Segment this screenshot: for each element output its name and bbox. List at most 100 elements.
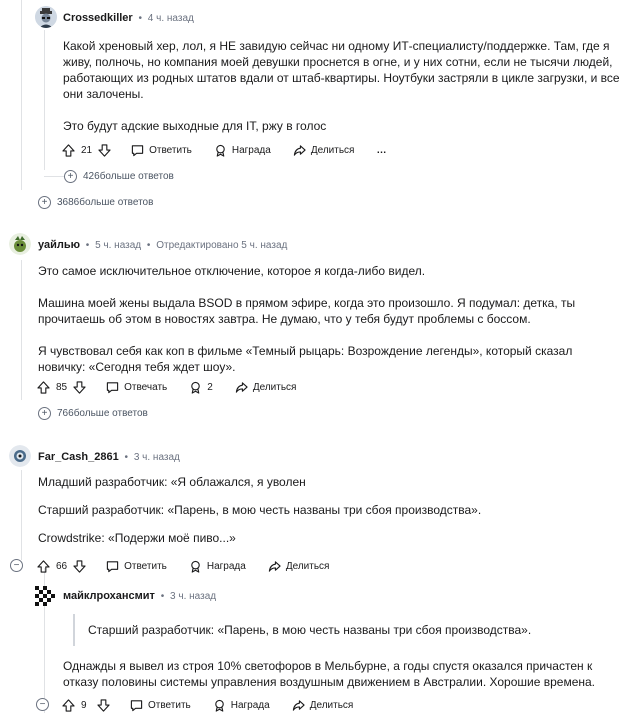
comment-body: Однажды я вывел из строя 10% светофоров … <box>63 658 623 690</box>
downvote-icon[interactable] <box>73 559 86 573</box>
user-avatar-icon <box>9 445 31 467</box>
comment-paragraph: Однажды я вывел из строя 10% светофоров … <box>63 659 596 689</box>
vote-count: 9 <box>81 699 87 711</box>
avatar[interactable] <box>35 6 57 28</box>
user-avatar-icon <box>35 6 57 28</box>
more-replies-button[interactable]: + 3686 больше ответов <box>38 196 153 209</box>
share-icon <box>293 144 306 156</box>
award-icon <box>216 144 225 157</box>
award-icon <box>191 381 201 394</box>
quote-text: Старший разработчик: «Парень, в мою чест… <box>88 623 532 637</box>
award-icon <box>214 699 224 712</box>
award-icon <box>191 560 200 573</box>
share-button[interactable]: Делиться <box>268 560 330 573</box>
award-label: Награда <box>206 560 246 572</box>
thread-line <box>21 260 22 400</box>
more-replies-label: больше ответов <box>99 171 174 182</box>
collapse-thread-button[interactable]: − <box>36 698 55 711</box>
comment-meta: майклрохансмит • 3 ч. назад <box>63 590 217 602</box>
reply-button[interactable]: Ответить <box>106 560 167 573</box>
thread-line <box>44 30 45 170</box>
comment-paragraph: Старший разработчик: «Парень, в мою чест… <box>38 503 482 517</box>
downvote-icon[interactable] <box>97 698 110 712</box>
comment-meta: Crossedkiller • 4 ч. назад <box>63 12 194 24</box>
timestamp: 4 ч. назад <box>147 13 194 24</box>
more-replies-count: 3686 <box>57 197 80 208</box>
share-icon <box>292 699 305 711</box>
comment-paragraph: Машина моей жены выдала BSOD в прямом эф… <box>38 296 576 326</box>
award-button[interactable]: Награда <box>214 144 271 157</box>
edited-label: Отредактировано 5 ч. назад <box>156 240 288 251</box>
reply-label: Ответить <box>124 560 167 572</box>
more-replies-label: больше ответов <box>79 197 154 208</box>
vote-count: 66 <box>56 560 68 572</box>
reply-label: Ответить <box>149 144 192 156</box>
share-label: Делиться <box>309 699 354 711</box>
more-replies-button[interactable]: + 766 больше ответов <box>38 407 148 420</box>
comment-paragraph: Это будут адские выходные для IT, ржу в … <box>63 119 327 133</box>
avatar[interactable] <box>35 586 55 606</box>
comment-body: Это самое исключительное отключение, кот… <box>38 263 618 375</box>
comment-meta: уайлью • 5 ч. назад • Отредактировано 5 … <box>38 239 288 251</box>
award-label: Награда <box>231 144 271 156</box>
thread-line <box>21 0 22 190</box>
upvote-icon[interactable] <box>62 698 75 712</box>
timestamp: 3 ч. назад <box>133 452 180 463</box>
more-options-button[interactable]: … <box>376 145 387 156</box>
share-icon <box>235 381 248 393</box>
award-button[interactable]: Награда <box>189 560 246 573</box>
comment-body: Младший разработчик: «Я облажался, я уво… <box>38 474 618 546</box>
comment-paragraph: Это самое исключительное отключение, кот… <box>38 264 426 278</box>
comment-icon <box>106 381 119 393</box>
comment-paragraph: Младший разработчик: «Я облажался, я уво… <box>38 475 306 489</box>
comment-actions: 21 Ответить Награда Делиться … <box>62 140 409 160</box>
more-replies-count: 426 <box>83 171 100 182</box>
reply-label: Ответить <box>148 699 191 711</box>
username[interactable]: Crossedkiller <box>63 12 133 24</box>
minus-circle-icon: − <box>36 698 49 711</box>
username[interactable]: Far_Cash_2861 <box>38 451 119 463</box>
comment-icon <box>106 560 119 572</box>
reply-button[interactable]: Ответить <box>131 144 192 157</box>
share-button[interactable]: Делиться <box>235 381 297 394</box>
award-count: 2 <box>207 381 213 393</box>
username[interactable]: уайлью <box>38 239 80 251</box>
comment-icon <box>130 699 143 711</box>
comment-paragraph: Какой хреновый хер, лол, я НЕ завидую се… <box>63 39 620 101</box>
comment-icon <box>131 144 144 156</box>
share-button[interactable]: Делиться <box>293 144 355 157</box>
vote-group: 85 <box>37 380 86 394</box>
more-replies-count: 766 <box>57 408 74 419</box>
plus-circle-icon: + <box>38 196 51 209</box>
share-label: Делиться <box>310 144 355 156</box>
ellipsis-icon: … <box>376 144 388 156</box>
award-button[interactable]: Награда <box>213 699 270 712</box>
upvote-icon[interactable] <box>62 143 75 157</box>
share-label: Делиться <box>252 381 297 393</box>
comment-actions: 66 Ответить Награда Делиться <box>37 556 351 576</box>
more-replies-button[interactable]: + 426 больше ответов <box>64 170 174 183</box>
timestamp: 5 ч. назад <box>95 240 142 251</box>
reply-button[interactable]: Отвечать <box>106 381 167 394</box>
upvote-icon[interactable] <box>37 380 50 394</box>
downvote-icon[interactable] <box>73 380 86 394</box>
award-button[interactable]: 2 <box>189 381 213 394</box>
avatar[interactable] <box>9 233 31 255</box>
vote-group: 66 <box>37 559 86 573</box>
upvote-icon[interactable] <box>37 559 50 573</box>
comment-meta: Far_Cash_2861 • 3 ч. назад <box>38 451 180 463</box>
more-replies-label: больше ответов <box>73 408 148 419</box>
collapse-thread-button[interactable]: − <box>10 559 29 572</box>
downvote-icon[interactable] <box>98 143 111 157</box>
minus-circle-icon: − <box>10 559 23 572</box>
username[interactable]: майклрохансмит <box>63 590 155 602</box>
user-avatar-icon <box>9 233 31 255</box>
avatar[interactable] <box>9 445 31 467</box>
timestamp: 3 ч. назад <box>170 591 217 602</box>
reply-button[interactable]: Ответить <box>130 699 191 712</box>
award-label: Награда <box>230 699 270 711</box>
comment-body: Какой хреновый хер, лол, я НЕ завидую се… <box>63 38 623 134</box>
share-label: Делиться <box>285 560 330 572</box>
share-button[interactable]: Делиться <box>292 699 354 712</box>
quote-bar <box>73 614 75 646</box>
